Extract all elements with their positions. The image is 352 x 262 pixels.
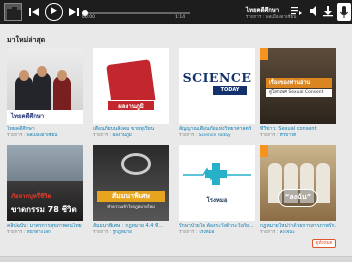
audio-player-bar: 00:00 1:14 ไทยคดีศึกษา รายการ : พลเมืองอ… xyxy=(0,0,352,24)
previous-icon[interactable] xyxy=(27,5,41,19)
download-icon[interactable] xyxy=(322,5,334,17)
episode-title[interactable]: คลิปฉบับ: มาตรการสุขภาพคนไทย xyxy=(7,223,83,230)
section-title: มาใหม่ล่าสุด xyxy=(7,36,46,44)
program-link[interactable]: โรงหมอ xyxy=(199,230,215,235)
episode-title[interactable]: รักษาป่วยใจ ต้องระวังตัวระวังภัย... xyxy=(179,223,255,230)
thumbnail-subline: ขาดกรรม 78 ชีวิต xyxy=(11,205,77,214)
episode-card[interactable]: “ลงฉัน” กฎหมายใหม่ว่าด้วยการสารภาพรัก...… xyxy=(260,145,336,236)
episode-thumbnail[interactable]: SCIENCE TODAY xyxy=(179,48,255,124)
episode-card[interactable]: สัมมนาพิเศษ ทำความเข้าใจกฎหมายใหม่ สัมมน… xyxy=(93,145,169,236)
program-link[interactable]: ทีวีข่าวดี xyxy=(280,133,297,138)
total-time: 1:14 xyxy=(175,15,186,20)
episode-thumbnail[interactable]: ไทยคดีศึกษา xyxy=(7,48,83,124)
new-badge xyxy=(260,48,268,60)
microphone-icon xyxy=(340,6,348,18)
program-link[interactable]: Science Today xyxy=(199,133,231,138)
episode-meta-label: รายการ : xyxy=(179,230,198,235)
episode-thumbnail[interactable]: “ลงฉัน” xyxy=(260,145,336,221)
episode-meta-label: รายการ : xyxy=(179,133,198,138)
program-link[interactable]: รู้กฎหมาย xyxy=(113,230,132,235)
episode-title[interactable]: ทีวีข่าว: Sexual consent xyxy=(260,126,336,133)
episode-meta: รายการ : Science Today xyxy=(179,133,255,139)
volume-icon[interactable] xyxy=(309,5,321,17)
thumbnail-label: “ลงฉัน” xyxy=(278,189,318,207)
episode-title[interactable]: สัญญาณเตือนภัยแห่งวิทยาศาสตร์ xyxy=(179,126,255,133)
thumbnail-subline: ทำความเข้าใจกฎหมายใหม่ xyxy=(107,204,155,209)
thumbnail-logo-subtext: TODAY xyxy=(213,86,247,95)
now-playing-meta: รายการ : พลเมืองอาเซียน xyxy=(246,13,296,20)
episode-meta: รายการ : ทีวีข่าวดี xyxy=(260,133,336,139)
episode-meta: รายการ : ลงใจนะ xyxy=(260,230,336,236)
episode-meta-label: รายการ : xyxy=(260,230,279,235)
episode-title[interactable]: เตือนภัยบนสังคม ขายทุเรียน xyxy=(93,126,169,133)
thumbnail-subline: สู่โลกเพศ Sexual Consent xyxy=(266,89,332,97)
thumbnail-label: ผลงานภูมิ xyxy=(107,100,155,111)
episode-thumbnail[interactable]: ภัยจากบุหรี่ชีวิต ขาดกรรม 78 ชีวิต xyxy=(7,145,83,221)
thumbnail-headline: ภัยจากบุหรี่ชีวิต xyxy=(11,193,52,200)
thumbnail-headline: เรื่องของท่านอ่าน xyxy=(266,78,332,88)
episode-meta: รายการ : โรงหมอ xyxy=(179,230,255,236)
episode-card[interactable]: ไทยคดีศึกษา ไทยคดีศึกษา รายการ : พลเมือง… xyxy=(7,48,83,139)
episode-card[interactable]: โรงหมอ รักษาป่วยใจ ต้องระวังตัวระวังภัย.… xyxy=(179,145,255,236)
episode-title[interactable]: ไทยคดีศึกษา xyxy=(7,126,83,133)
thumbnail-logo-text: SCIENCE xyxy=(182,70,252,85)
episode-meta-label: รายการ : xyxy=(93,133,112,138)
program-link[interactable]: หน้าต่างโลก xyxy=(27,230,51,235)
episode-card[interactable]: เรื่องของท่านอ่าน สู่โลกเพศ Sexual Conse… xyxy=(260,48,336,139)
program-link[interactable]: ลงใจนะ xyxy=(280,230,295,235)
microphone-button[interactable] xyxy=(337,3,351,21)
episode-meta: รายการ : พลเมืองอาเซียน xyxy=(7,133,83,139)
episode-card[interactable]: SCIENCE TODAY สัญญาณเตือนภัยแห่งวิทยาศาส… xyxy=(179,48,255,139)
thumbnail-headline: สัมมนาพิเศษ xyxy=(97,191,165,202)
seek-bar[interactable] xyxy=(82,10,190,16)
episode-meta: รายการ : ผลงานภูมิ xyxy=(93,133,169,139)
episode-meta-label: รายการ : xyxy=(7,133,26,138)
new-badge xyxy=(260,145,268,157)
episode-meta: รายการ : รู้กฎหมาย xyxy=(93,230,169,236)
episode-card[interactable]: ผลงานภูมิ เตือนภัยบนสังคม ขายทุเรียน ราย… xyxy=(93,48,169,139)
episode-meta-label: รายการ : xyxy=(7,230,26,235)
episode-thumbnail[interactable]: ผลงานภูมิ xyxy=(93,48,169,124)
medical-cross-icon xyxy=(205,163,227,185)
episode-title[interactable]: สัมมนาพิเศษ : กฎหมาย 4.4 ที่... xyxy=(93,223,169,230)
page-footer xyxy=(0,256,352,262)
play-icon xyxy=(51,7,57,14)
episode-title[interactable]: กฎหมายใหม่ว่าด้วยการสารภาพรัก... xyxy=(260,223,336,230)
program-link[interactable]: ผลงานภูมิ xyxy=(113,133,132,138)
episode-thumbnail[interactable]: สัมมนาพิเศษ ทำความเข้าใจกฎหมายใหม่ xyxy=(93,145,169,221)
thumbnail-label: ไทยคดีศึกษา xyxy=(11,113,45,120)
episode-meta-label: รายการ : xyxy=(93,230,112,235)
now-playing-thumbnail[interactable] xyxy=(4,3,22,21)
episode-card[interactable]: ภัยจากบุหรี่ชีวิต ขาดกรรม 78 ชีวิต คลิปฉ… xyxy=(7,145,83,236)
view-all-button[interactable]: ดูทั้งหมด xyxy=(312,239,336,248)
episode-meta: รายการ : หน้าต่างโลก xyxy=(7,230,83,236)
current-time: 00:00 xyxy=(82,15,95,20)
thumbnail-label: โรงหมอ xyxy=(206,197,228,204)
next-icon[interactable] xyxy=(67,5,81,19)
episode-thumbnail[interactable]: เรื่องของท่านอ่าน สู่โลกเพศ Sexual Conse… xyxy=(260,48,336,124)
episode-meta-label: รายการ : xyxy=(260,133,279,138)
episode-thumbnail[interactable]: โรงหมอ xyxy=(179,145,255,221)
play-button[interactable] xyxy=(45,3,63,21)
playlist-icon[interactable] xyxy=(290,5,302,17)
now-playing-meta-label: รายการ : xyxy=(246,15,265,20)
program-link[interactable]: พลเมืองอาเซียน xyxy=(27,133,58,138)
